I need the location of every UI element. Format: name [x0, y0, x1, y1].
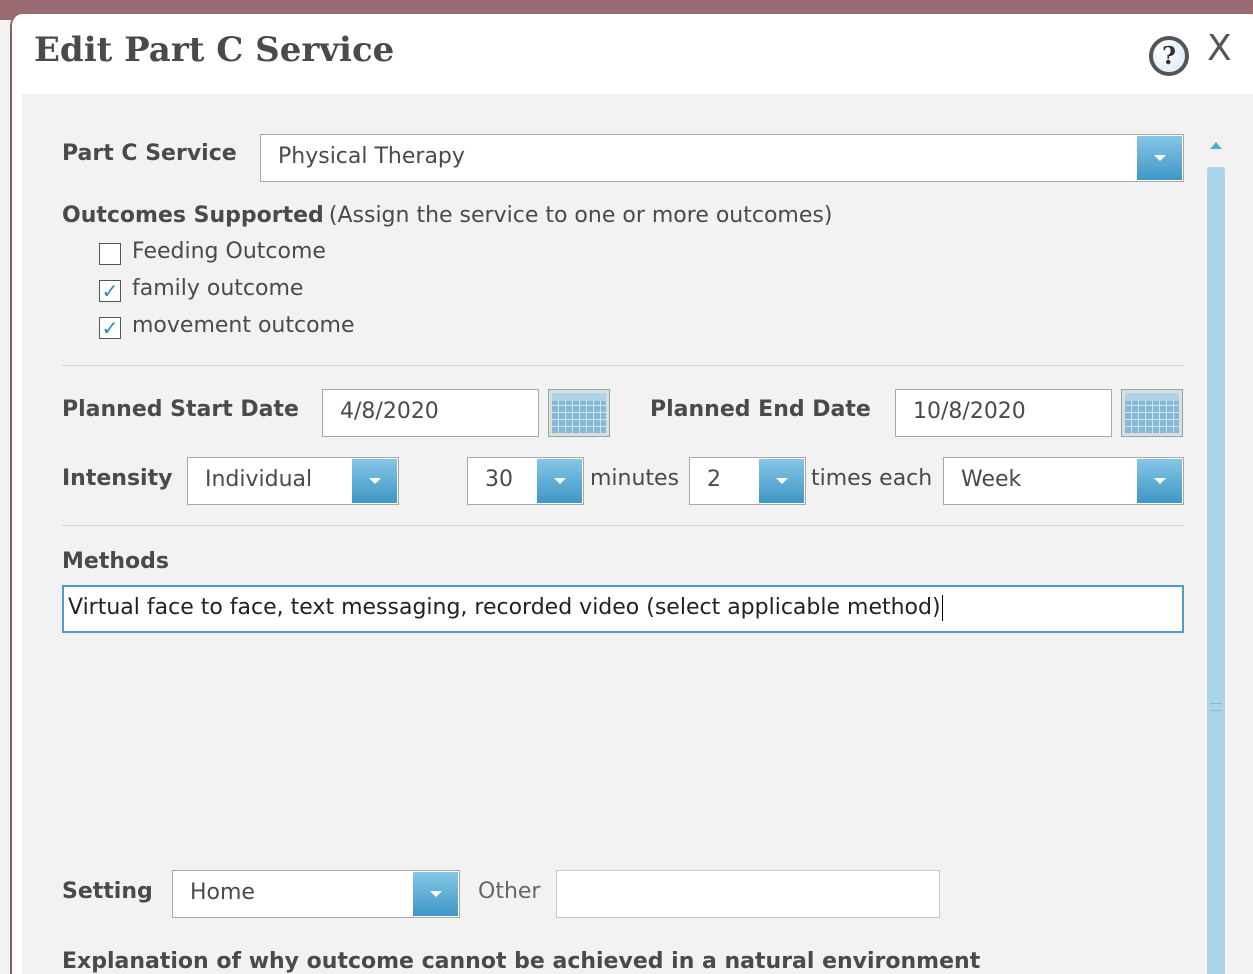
intensity-type-select[interactable]: Individual — [187, 457, 399, 505]
scroll-up-icon[interactable] — [1210, 142, 1222, 149]
checkbox-family-outcome[interactable]: ✓ — [99, 280, 121, 302]
calendar-icon[interactable] — [1121, 389, 1183, 437]
methods-value: Virtual face to face, text messaging, re… — [68, 595, 941, 620]
intensity-type-value: Individual — [205, 467, 313, 492]
setting-value: Home — [190, 880, 255, 905]
minutes-select[interactable]: 30 — [467, 457, 584, 505]
dialog-title: Edit Part C Service — [34, 30, 395, 70]
checkbox-label-feeding-outcome: Feeding Outcome — [132, 239, 326, 264]
times-each-label: times each — [811, 466, 933, 491]
period-value: Week — [961, 467, 1022, 492]
part-c-service-select[interactable]: Physical Therapy — [260, 134, 1184, 182]
vertical-scrollbar[interactable] — [1207, 134, 1225, 974]
methods-label: Methods — [62, 549, 169, 574]
planned-end-date-label: Planned End Date — [650, 397, 871, 422]
checkbox-label-family-outcome: family outcome — [132, 276, 304, 301]
setting-select[interactable]: Home — [172, 870, 460, 918]
chevron-down-icon[interactable] — [352, 459, 397, 503]
times-value: 2 — [707, 467, 721, 492]
checkbox-label-movement-outcome: movement outcome — [132, 313, 355, 338]
minutes-value: 30 — [485, 467, 513, 492]
part-c-service-value: Physical Therapy — [278, 144, 465, 169]
times-select[interactable]: 2 — [689, 457, 806, 505]
scrollbar-thumb[interactable] — [1207, 167, 1225, 974]
edit-service-dialog: Edit Part C Service ? X Part C Service P… — [10, 14, 1253, 974]
outcomes-heading: Outcomes Supported (Assign the service t… — [62, 203, 832, 228]
other-label: Other — [478, 879, 541, 904]
checkbox-feeding-outcome[interactable] — [99, 243, 121, 265]
other-input[interactable] — [556, 870, 940, 918]
checkbox-movement-outcome[interactable]: ✓ — [99, 317, 121, 339]
planned-end-date-input[interactable]: 10/8/2020 — [895, 389, 1112, 437]
grip-icon — [1210, 703, 1222, 711]
minutes-label: minutes — [590, 466, 680, 491]
outcomes-label: Outcomes Supported — [62, 203, 324, 228]
outcomes-hint: (Assign the service to one or more outco… — [328, 203, 833, 228]
divider — [62, 365, 1184, 366]
dialog-content: Part C Service Physical Therapy Outcomes… — [22, 94, 1253, 974]
text-caret — [941, 595, 943, 621]
calendar-icon[interactable] — [548, 389, 610, 437]
dialog-titlebar: Edit Part C Service ? X — [12, 14, 1253, 94]
part-c-service-label: Part C Service — [62, 141, 237, 166]
chevron-down-icon[interactable] — [1137, 136, 1182, 180]
planned-start-date-label: Planned Start Date — [62, 397, 299, 422]
background-window-title — [360, 0, 368, 15]
explanation-label: Explanation of why outcome cannot be ach… — [62, 949, 981, 974]
intensity-label: Intensity — [62, 466, 173, 491]
chevron-down-icon[interactable] — [413, 872, 458, 916]
chevron-down-icon[interactable] — [759, 459, 804, 503]
setting-label: Setting — [62, 879, 153, 904]
help-icon[interactable]: ? — [1149, 36, 1189, 76]
close-button[interactable]: X — [1207, 28, 1232, 69]
period-select[interactable]: Week — [943, 457, 1184, 505]
chevron-down-icon[interactable] — [537, 459, 582, 503]
methods-input[interactable]: Virtual face to face, text messaging, re… — [62, 585, 1184, 633]
chevron-down-icon[interactable] — [1137, 459, 1182, 503]
planned-start-date-input[interactable]: 4/8/2020 — [322, 389, 539, 437]
divider — [62, 525, 1184, 526]
